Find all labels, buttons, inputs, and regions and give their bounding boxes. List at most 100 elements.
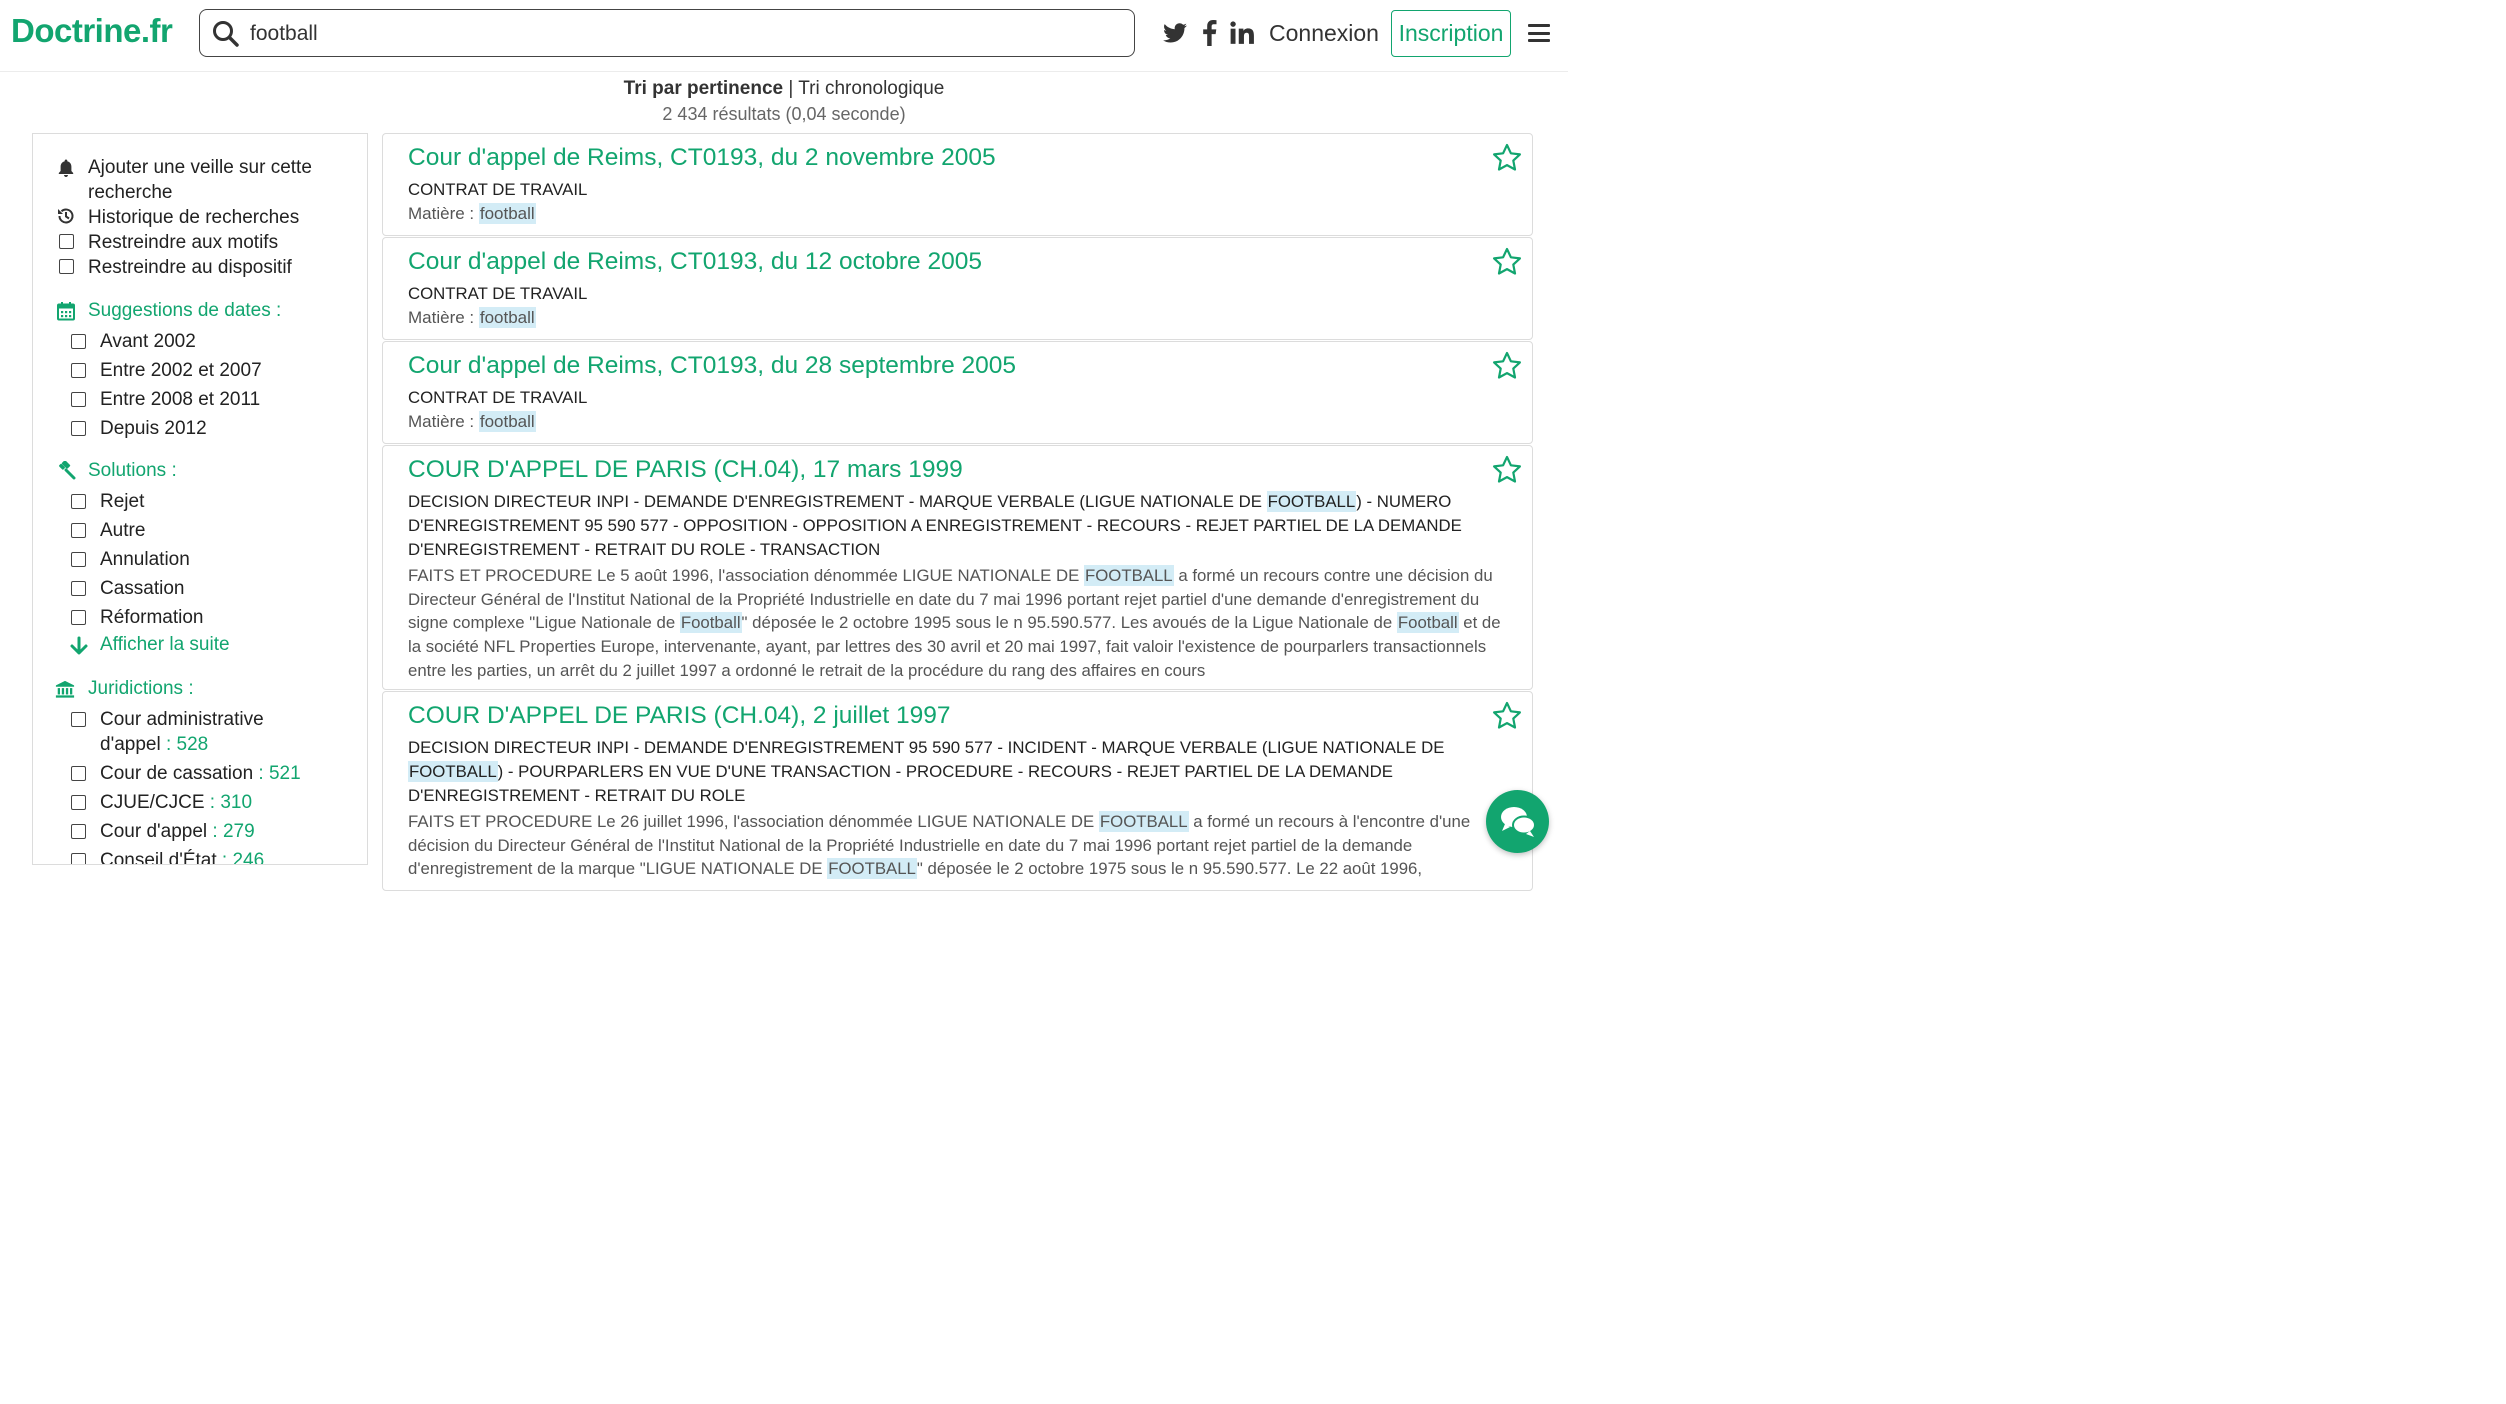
matiere-label: Matière : <box>408 204 479 223</box>
search-icon[interactable] <box>211 19 241 49</box>
date-checkbox[interactable] <box>71 363 86 378</box>
date-checkbox[interactable] <box>71 334 86 349</box>
search-highlight: FOOTBALL <box>1266 491 1357 512</box>
search-highlight: FOOTBALL <box>827 858 917 880</box>
juridiction-option[interactable]: Cour de cassation : 521 <box>100 761 301 786</box>
sort-options: Tri par pertinence | Tri chronologique <box>0 78 1568 100</box>
star-icon[interactable] <box>1491 700 1523 732</box>
result-title[interactable]: Cour d'appel de Reims, CT0193, du 12 oct… <box>408 248 982 276</box>
excerpt-text: " déposée le 2 octobre 1975 sous le n 95… <box>916 859 1423 879</box>
juridiction-checkbox[interactable] <box>71 766 86 781</box>
date-checkbox[interactable] <box>71 392 86 407</box>
show-more-link[interactable]: Afficher la suite <box>100 634 230 656</box>
add-alert-label-2: recherche <box>88 182 173 203</box>
excerpt-text: " déposée le 2 octobre 1995 sous le n 95… <box>741 613 1397 633</box>
sort-separator: | <box>788 78 794 99</box>
arrow-down-icon[interactable] <box>69 636 89 656</box>
result-subtitle: DECISION DIRECTEUR INPI - DEMANDE D'ENRE… <box>408 736 1503 808</box>
juridiction-option[interactable]: Cour administrative d'appel : 528 <box>100 707 264 757</box>
hamburger-menu-icon[interactable] <box>1528 24 1550 42</box>
site-logo[interactable]: Doctrine.fr <box>11 12 173 50</box>
date-option[interactable]: Depuis 2012 <box>100 416 207 441</box>
juridiction-count: : 279 <box>207 821 255 842</box>
juridiction-label: Cour de cassation <box>100 763 254 784</box>
solution-checkbox[interactable] <box>71 494 86 509</box>
solution-checkbox[interactable] <box>71 523 86 538</box>
subtitle-text: DECISION DIRECTEUR INPI - DEMANDE D'ENRE… <box>408 492 1267 511</box>
juridiction-label: CJUE/CJCE <box>100 792 205 813</box>
juridiction-option[interactable]: CJUE/CJCE : 310 <box>100 790 252 815</box>
result-card[interactable]: Cour d'appel de Reims, CT0193, du 2 nove… <box>382 133 1533 236</box>
result-subtitle: CONTRAT DE TRAVAIL <box>408 388 588 407</box>
restrict-dispositif-checkbox[interactable] <box>59 259 74 274</box>
juridiction-label: Conseil d'État <box>100 850 217 865</box>
result-card[interactable]: COUR D'APPEL DE PARIS (CH.04), 17 mars 1… <box>382 445 1533 690</box>
juridiction-label: Cour administrative <box>100 709 264 730</box>
matiere-value[interactable]: football <box>478 203 536 224</box>
matiere-label: Matière : <box>408 308 479 327</box>
restrict-dispositif-label[interactable]: Restreindre au dispositif <box>88 255 292 280</box>
search-input[interactable] <box>248 18 1112 50</box>
add-alert-link[interactable]: Ajouter une veille sur cette recherche <box>88 155 312 205</box>
result-matiere: Matière : football <box>408 203 536 224</box>
excerpt-text: FAITS ET PROCEDURE Le 5 août 1996, l'ass… <box>408 566 1084 585</box>
star-icon[interactable] <box>1491 350 1523 382</box>
juridiction-checkbox[interactable] <box>71 853 86 864</box>
restrict-motifs-checkbox[interactable] <box>59 234 74 249</box>
matiere-value[interactable]: football <box>478 307 536 328</box>
matiere-label: Matière : <box>408 412 479 431</box>
solution-option[interactable]: Réformation <box>100 605 204 630</box>
result-card[interactable]: Cour d'appel de Reims, CT0193, du 12 oct… <box>382 237 1533 340</box>
juridiction-checkbox[interactable] <box>71 712 86 727</box>
result-subtitle: DECISION DIRECTEUR INPI - DEMANDE D'ENRE… <box>408 490 1503 562</box>
juridiction-option[interactable]: Cour d'appel : 279 <box>100 819 255 844</box>
result-title[interactable]: Cour d'appel de Reims, CT0193, du 28 sep… <box>408 352 1016 380</box>
add-alert-label-1: Ajouter une veille sur cette <box>88 157 312 178</box>
result-subtitle: CONTRAT DE TRAVAIL <box>408 284 588 303</box>
solution-option[interactable]: Annulation <box>100 547 190 572</box>
search-highlight: Football <box>679 612 742 634</box>
search-history-link[interactable]: Historique de recherches <box>88 205 299 230</box>
solution-checkbox[interactable] <box>71 610 86 625</box>
date-option[interactable]: Entre 2002 et 2007 <box>100 358 262 383</box>
results-count: 2 434 résultats (0,04 seconde) <box>662 104 906 124</box>
juridiction-checkbox[interactable] <box>71 795 86 810</box>
date-checkbox[interactable] <box>71 421 86 436</box>
juridiction-option[interactable]: Conseil d'État : 246 <box>100 848 264 865</box>
result-excerpt: FAITS ET PROCEDURE Le 26 juillet 1996, l… <box>408 810 1508 881</box>
facebook-icon[interactable] <box>1197 20 1223 46</box>
login-link[interactable]: Connexion <box>1269 20 1379 47</box>
twitter-icon[interactable] <box>1162 20 1188 46</box>
result-title[interactable]: COUR D'APPEL DE PARIS (CH.04), 2 juillet… <box>408 702 951 730</box>
sort-relevance[interactable]: Tri par pertinence <box>624 78 783 99</box>
signup-button[interactable]: Inscription <box>1391 10 1511 57</box>
solution-checkbox[interactable] <box>71 581 86 596</box>
gavel-icon <box>59 461 76 480</box>
solution-option[interactable]: Autre <box>100 518 145 543</box>
courthouse-icon <box>55 680 75 698</box>
juridiction-checkbox[interactable] <box>71 824 86 839</box>
juridiction-count: : 310 <box>204 792 253 813</box>
bell-icon <box>58 159 74 177</box>
chat-bubbles-icon <box>1501 807 1536 837</box>
date-option[interactable]: Entre 2008 et 2011 <box>100 387 260 412</box>
result-title[interactable]: COUR D'APPEL DE PARIS (CH.04), 17 mars 1… <box>408 456 963 484</box>
date-option[interactable]: Avant 2002 <box>100 329 196 354</box>
result-matiere: Matière : football <box>408 307 536 328</box>
solution-option[interactable]: Cassation <box>100 576 185 601</box>
result-card[interactable]: Cour d'appel de Reims, CT0193, du 28 sep… <box>382 341 1533 444</box>
solution-checkbox[interactable] <box>71 552 86 567</box>
star-icon[interactable] <box>1491 142 1523 174</box>
star-icon[interactable] <box>1491 454 1523 486</box>
solution-option[interactable]: Rejet <box>100 489 144 514</box>
restrict-motifs-label[interactable]: Restreindre aux motifs <box>88 230 278 255</box>
star-icon[interactable] <box>1491 246 1523 278</box>
sort-chronological[interactable]: Tri chronologique <box>798 78 944 99</box>
chat-button[interactable] <box>1486 790 1549 853</box>
search-bar[interactable] <box>199 9 1135 57</box>
result-card[interactable]: COUR D'APPEL DE PARIS (CH.04), 2 juillet… <box>382 691 1533 891</box>
top-header: Doctrine.fr Connexion Inscription <box>0 0 1568 72</box>
matiere-value[interactable]: football <box>478 411 536 432</box>
linkedin-icon[interactable] <box>1229 20 1255 46</box>
result-title[interactable]: Cour d'appel de Reims, CT0193, du 2 nove… <box>408 144 996 172</box>
